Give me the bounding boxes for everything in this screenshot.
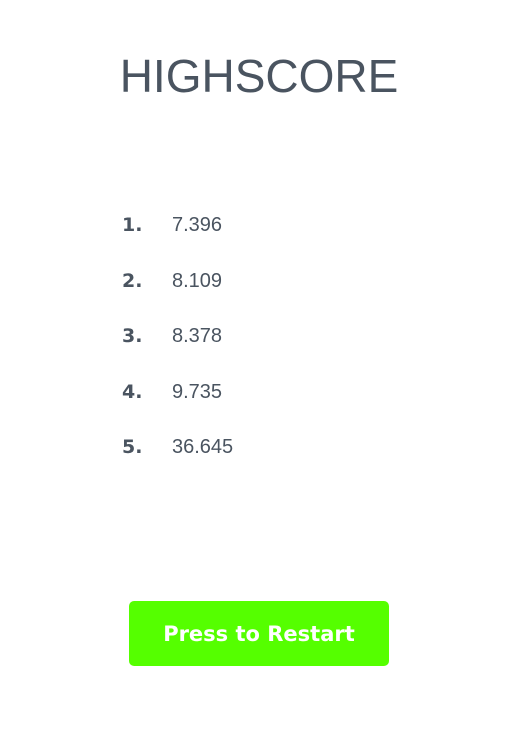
rank-label: 1. (122, 214, 143, 236)
highscore-row: 4. 9.735 (122, 375, 233, 431)
highscore-row: 5. 36.645 (122, 430, 233, 486)
page-title: HIGHSCORE (119, 50, 399, 102)
highscore-row: 2. 8.109 (122, 264, 233, 320)
rank-label: 4. (122, 380, 143, 403)
score-value: 8.109 (172, 269, 223, 292)
score-value: 36.645 (172, 436, 234, 458)
rank-label: 2. (122, 269, 143, 292)
score-value: 8.378 (172, 325, 223, 347)
score-value: 9.735 (172, 380, 223, 403)
rank-label: 5. (122, 436, 143, 458)
score-value: 7.396 (172, 214, 223, 236)
highscore-row: 3. 8.378 (122, 319, 233, 375)
rank-label: 3. (122, 325, 143, 347)
highscore-list: 1. 7.396 2. 8.109 3. 8.378 4. 9.735 5. 3… (122, 208, 233, 486)
highscore-row: 1. 7.396 (122, 208, 233, 264)
restart-button[interactable]: Press to Restart (129, 601, 389, 666)
